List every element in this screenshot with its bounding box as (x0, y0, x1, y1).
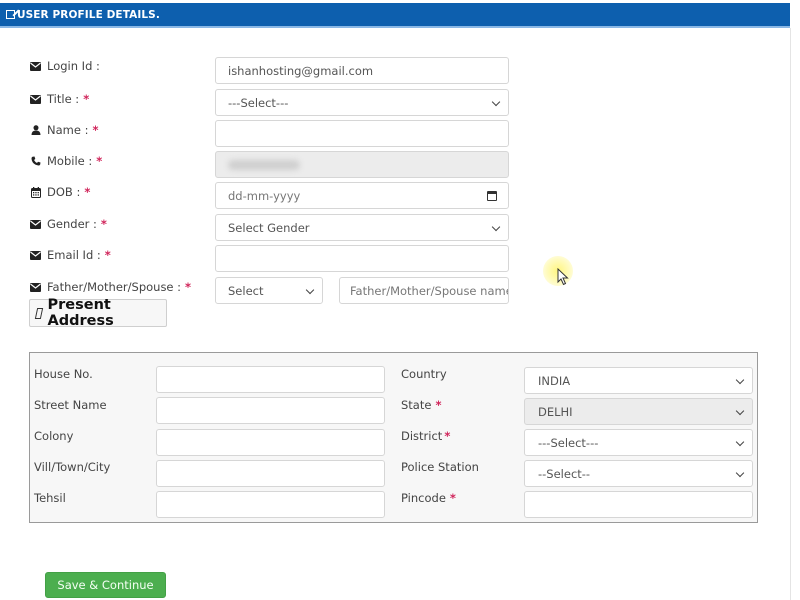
title-row: Title : * ---Select--- (0, 89, 520, 117)
envelope-icon (30, 250, 41, 261)
present-address-button[interactable]: Present Address (29, 297, 167, 329)
state-label: State * (401, 398, 442, 412)
chevron-down-icon (491, 97, 501, 107)
email-label: Email Id : * (30, 245, 111, 265)
pincode-input[interactable] (524, 491, 753, 518)
tehsil-label: Tehsil (34, 491, 66, 505)
street-name-label: Street Name (34, 398, 107, 412)
colony-input[interactable] (156, 429, 385, 456)
envelope-icon (30, 61, 41, 72)
tehsil-input[interactable] (156, 491, 385, 518)
chevron-down-icon (735, 406, 745, 416)
chevron-down-icon (735, 468, 745, 478)
mobile-label: Mobile : * (30, 151, 102, 171)
relation-type-select[interactable]: Select (215, 277, 323, 304)
date-picker-icon[interactable] (487, 191, 497, 201)
mouse-pointer-icon (557, 268, 569, 286)
relation-label: Father/Mother/Spouse : * (30, 277, 191, 297)
missing-glyph-icon (34, 307, 43, 319)
chevron-down-icon (735, 375, 745, 385)
dob-row: DOB : * dd-mm-yyyy (0, 182, 520, 210)
gender-label: Gender : * (30, 214, 107, 234)
login-id-input[interactable]: ishanhosting@gmail.com (215, 57, 509, 84)
phone-icon (30, 156, 41, 167)
dob-input[interactable]: dd-mm-yyyy (215, 182, 509, 209)
state-select[interactable]: DELHI (524, 398, 753, 425)
envelope-icon (30, 94, 41, 105)
section-header: USER PROFILE DETAILS. (0, 3, 790, 28)
edit-icon (6, 10, 15, 19)
email-row: Email Id : * (0, 245, 520, 273)
relation-name-input[interactable]: Father/Mother/Spouse name (339, 277, 509, 304)
district-label: District * (401, 429, 451, 443)
house-no-input[interactable] (156, 366, 385, 393)
colony-label: Colony (34, 429, 74, 443)
email-input[interactable] (215, 245, 509, 272)
present-address-panel: House No. Street Name Colony Vill/Town/C… (29, 352, 758, 523)
city-label: Vill/Town/City (34, 460, 111, 474)
dob-label: DOB : * (30, 182, 90, 202)
name-input[interactable] (215, 120, 509, 147)
mobile-value-blurred (228, 159, 300, 170)
envelope-icon (30, 282, 41, 293)
calendar-icon (30, 186, 41, 198)
mobile-row: Mobile : * (0, 151, 520, 179)
login-id-label: Login Id : (30, 56, 100, 76)
title-select[interactable]: ---Select--- (215, 89, 509, 116)
country-label: Country (401, 367, 447, 381)
name-row: Name : * (0, 120, 520, 148)
chevron-down-icon (735, 437, 745, 447)
gender-row: Gender : * Select Gender (0, 214, 520, 242)
chevron-down-icon (491, 222, 501, 232)
house-no-label: House No. (34, 367, 93, 381)
police-station-label: Police Station (401, 460, 479, 474)
title-label: Title : * (30, 89, 89, 109)
mobile-input[interactable] (215, 151, 509, 178)
city-input[interactable] (156, 460, 385, 487)
user-icon (30, 125, 41, 136)
envelope-icon (30, 219, 41, 230)
police-station-select[interactable]: --Select-- (524, 460, 753, 487)
name-label: Name : * (30, 120, 98, 140)
login-id-row: Login Id : ishanhosting@gmail.com (0, 57, 520, 85)
page-border (790, 28, 791, 600)
save-continue-button[interactable]: Save & Continue (45, 572, 166, 598)
pincode-label: Pincode * (401, 491, 456, 505)
section-title: USER PROFILE DETAILS. (17, 8, 160, 21)
street-name-input[interactable] (156, 397, 385, 424)
gender-select[interactable]: Select Gender (215, 214, 509, 241)
country-select[interactable]: INDIA (524, 367, 753, 394)
chevron-down-icon (305, 285, 315, 295)
district-select[interactable]: ---Select--- (524, 429, 753, 456)
